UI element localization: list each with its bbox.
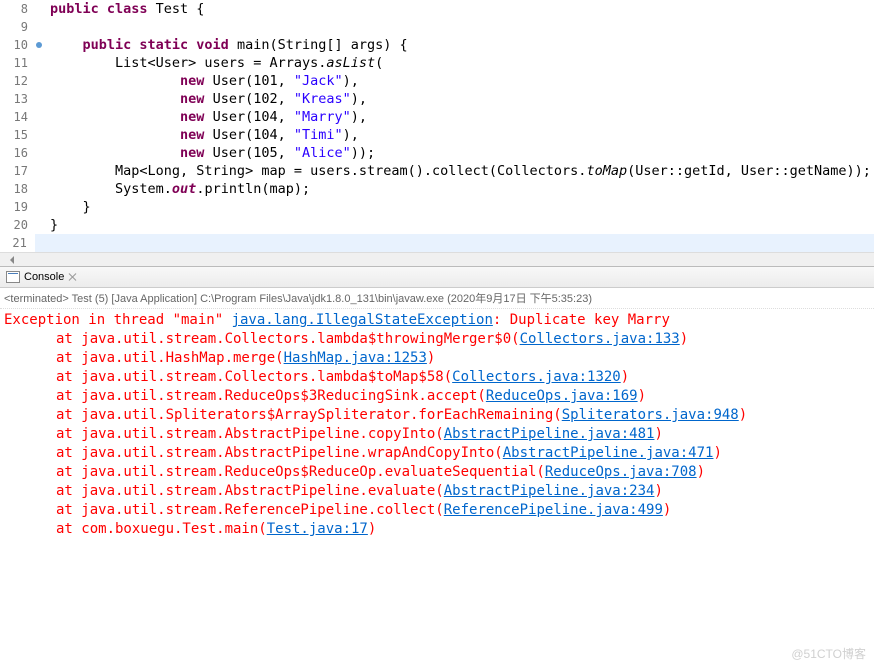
code-content[interactable]: new User(102, "Kreas"), [36,90,367,108]
code-content[interactable]: public class Test { [36,0,204,18]
code-line[interactable]: 9 [0,18,874,36]
code-content[interactable]: Map<Long, String> map = users.stream().c… [36,162,871,180]
stack-trace-line: at java.util.Spliterators$ArraySpliterat… [0,406,874,425]
source-link[interactable]: AbstractPipeline.java:481 [444,426,655,442]
line-number: 13 [0,90,36,108]
code-line[interactable]: 12 new User(101, "Jack"), [0,72,874,90]
source-link[interactable]: Test.java:17 [267,521,368,537]
stack-trace-line: at java.util.stream.AbstractPipeline.eva… [0,482,874,501]
code-content[interactable] [36,18,50,36]
console-icon [6,271,20,283]
source-link[interactable]: ReduceOps.java:169 [486,388,638,404]
code-content[interactable]: new User(104, "Timi"), [36,126,359,144]
code-content[interactable]: new User(104, "Marry"), [36,108,367,126]
code-content[interactable] [35,234,874,252]
code-line[interactable]: 19 } [0,198,874,216]
code-line[interactable]: 10 public static void main(String[] args… [0,36,874,54]
stack-trace-line: at java.util.HashMap.merge(HashMap.java:… [0,349,874,368]
line-number: 18 [0,180,36,198]
console-output[interactable]: Exception in thread "main" java.lang.Ill… [0,309,874,666]
code-line[interactable]: 13 new User(102, "Kreas"), [0,90,874,108]
stack-trace-line: at java.util.stream.Collectors.lambda$th… [0,330,874,349]
line-number: 19 [0,198,36,216]
stack-trace-line: at com.boxuegu.Test.main(Test.java:17) [0,520,874,539]
code-content[interactable]: new User(101, "Jack"), [36,72,359,90]
stack-trace-line: at java.util.stream.AbstractPipeline.wra… [0,444,874,463]
line-number: 16 [0,144,36,162]
source-link[interactable]: AbstractPipeline.java:234 [444,483,655,499]
console-tab-bar: Console [0,266,874,288]
source-link[interactable]: Collectors.java:133 [520,331,680,347]
horizontal-scroll-indicator[interactable] [0,252,874,266]
override-marker-icon [36,42,42,48]
line-number: 11 [0,54,36,72]
line-number: 9 [0,18,36,36]
code-content[interactable]: System.out.println(map); [36,180,310,198]
code-content[interactable]: new User(105, "Alice")); [36,144,375,162]
console-tab-label[interactable]: Console [24,271,64,283]
line-number: 10 [0,36,36,54]
code-content[interactable]: List<User> users = Arrays.asList( [36,54,383,72]
source-link[interactable]: ReduceOps.java:708 [545,464,697,480]
watermark: @51CTO博客 [791,645,866,662]
code-line[interactable]: 16 new User(105, "Alice")); [0,144,874,162]
line-number: 15 [0,126,36,144]
code-line[interactable]: 15 new User(104, "Timi"), [0,126,874,144]
source-link[interactable]: Collectors.java:1320 [452,369,621,385]
line-number: 8 [0,0,36,18]
line-number: 14 [0,108,36,126]
code-line[interactable]: 18 System.out.println(map); [0,180,874,198]
code-line[interactable]: 17 Map<Long, String> map = users.stream(… [0,162,874,180]
source-link[interactable]: AbstractPipeline.java:471 [503,445,714,461]
code-content[interactable]: } [36,198,91,216]
source-link[interactable]: java.lang.IllegalStateException [232,312,493,328]
line-number: 20 [0,216,36,234]
stack-trace-line: Exception in thread "main" java.lang.Ill… [0,311,874,330]
code-editor[interactable]: 8public class Test {910 public static vo… [0,0,874,252]
code-line[interactable]: 11 List<User> users = Arrays.asList( [0,54,874,72]
close-icon[interactable] [68,272,78,282]
source-link[interactable]: ReferencePipeline.java:499 [444,502,663,518]
code-line[interactable]: 21 [0,234,874,252]
source-link[interactable]: Spliterators.java:948 [562,407,739,423]
code-line[interactable]: 8public class Test { [0,0,874,18]
code-line[interactable]: 14 new User(104, "Marry"), [0,108,874,126]
stack-trace-line: at java.util.stream.ReduceOps$3ReducingS… [0,387,874,406]
source-link[interactable]: HashMap.java:1253 [284,350,427,366]
code-line[interactable]: 20} [0,216,874,234]
stack-trace-line: at java.util.stream.Collectors.lambda$to… [0,368,874,387]
line-number: 21 [0,234,35,252]
line-number: 17 [0,162,36,180]
code-content[interactable]: public static void main(String[] args) { [36,36,408,54]
launch-status: <terminated> Test (5) [Java Application]… [0,288,874,309]
stack-trace-line: at java.util.stream.ReduceOps$ReduceOp.e… [0,463,874,482]
code-content[interactable]: } [36,216,58,234]
stack-trace-line: at java.util.stream.ReferencePipeline.co… [0,501,874,520]
stack-trace-line: at java.util.stream.AbstractPipeline.cop… [0,425,874,444]
line-number: 12 [0,72,36,90]
